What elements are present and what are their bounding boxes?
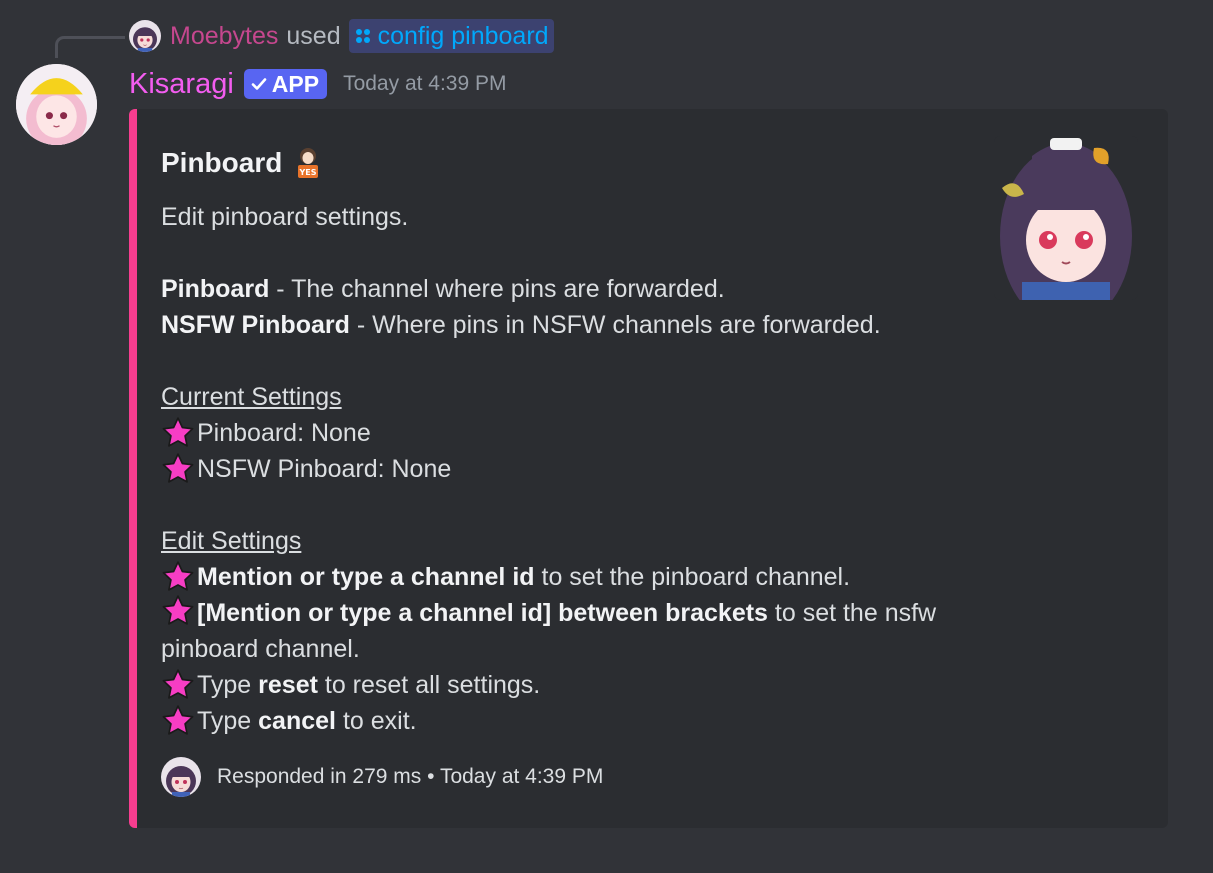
field-pinboard-label: Pinboard (161, 275, 270, 303)
star-icon (161, 560, 195, 594)
yes-sign-emoji-icon[interactable]: YES (290, 145, 326, 181)
verified-check-icon (250, 75, 268, 93)
star-icon (161, 452, 195, 486)
edit-item-bold: [Mention or type a channel id] between b… (197, 599, 768, 627)
current-setting-item: NSFW Pinboard: None (161, 451, 951, 487)
field-pinboard-desc: - The channel where pins are forwarded. (269, 275, 725, 303)
field-nsfw-desc: - Where pins in NSFW channels are forwar… (349, 311, 881, 339)
edit-setting-item: [Mention or type a channel id] between b… (161, 595, 951, 667)
star-icon (161, 668, 195, 702)
star-icon (161, 416, 195, 450)
command-mention[interactable]: config pinboard (348, 19, 554, 53)
message-header: Kisaragi APP Today at 4:39 PM (129, 64, 507, 104)
embed-title: Pinboard YES (161, 145, 326, 181)
current-setting-item: Pinboard: None (161, 415, 951, 451)
current-setting-text: Pinboard: None (197, 419, 371, 447)
edit-item-bold: reset (258, 671, 318, 699)
invoker-avatar[interactable] (129, 20, 161, 52)
edit-item-bold: Mention or type a channel id (197, 563, 535, 591)
field-pinboard: Pinboard - The channel where pins are fo… (161, 271, 951, 307)
bot-avatar[interactable] (16, 64, 97, 145)
edit-item-text: to exit. (336, 707, 417, 735)
embed-description: Edit pinboard settings. Pinboard - The c… (161, 199, 951, 739)
edit-setting-item: Type reset to reset all settings. (161, 667, 951, 703)
embed: Pinboard YES Edit pinboard settings. Pin… (129, 109, 1168, 828)
edit-item-prefix: Type (197, 671, 259, 699)
field-nsfw-label: NSFW Pinboard (161, 311, 350, 339)
edit-item-text: to reset all settings. (317, 671, 541, 699)
used-label: used (286, 21, 341, 50)
footer-text: Responded in 279 ms • Today at 4:39 PM (217, 765, 604, 788)
footer-avatar-icon (161, 757, 201, 797)
bot-message: Moebytes used config pinboard Kisaragi A… (0, 0, 1213, 873)
app-badge: APP (243, 69, 328, 99)
star-icon (161, 594, 195, 628)
edit-setting-item: Type cancel to exit. (161, 703, 951, 739)
slash-command-icon (354, 27, 372, 45)
invoker-name[interactable]: Moebytes (170, 22, 278, 51)
field-nsfw-pinboard: NSFW Pinboard - Where pins in NSFW chann… (161, 307, 951, 343)
command-name: config pinboard (377, 21, 549, 50)
star-icon (161, 704, 195, 738)
edit-item-prefix: Type (197, 707, 259, 735)
command-interaction-header: Moebytes used config pinboard (129, 18, 554, 54)
embed-intro: Edit pinboard settings. (161, 203, 409, 231)
reply-spine (55, 36, 125, 58)
current-setting-text: NSFW Pinboard: None (197, 455, 452, 483)
embed-title-text: Pinboard (161, 147, 283, 178)
message-timestamp[interactable]: Today at 4:39 PM (343, 72, 506, 96)
edit-item-bold: cancel (258, 707, 336, 735)
bot-username[interactable]: Kisaragi (129, 68, 234, 101)
edit-settings-heading: Edit Settings (161, 527, 302, 555)
edit-item-text: to set the pinboard channel. (534, 563, 851, 591)
embed-thumbnail[interactable] (994, 136, 1138, 300)
edit-setting-item: Mention or type a channel id to set the … (161, 559, 951, 595)
app-badge-label: APP (271, 70, 320, 97)
embed-footer: Responded in 279 ms • Today at 4:39 PM (161, 757, 603, 797)
current-settings-heading: Current Settings (161, 383, 342, 411)
svg-text:YES: YES (299, 168, 317, 177)
